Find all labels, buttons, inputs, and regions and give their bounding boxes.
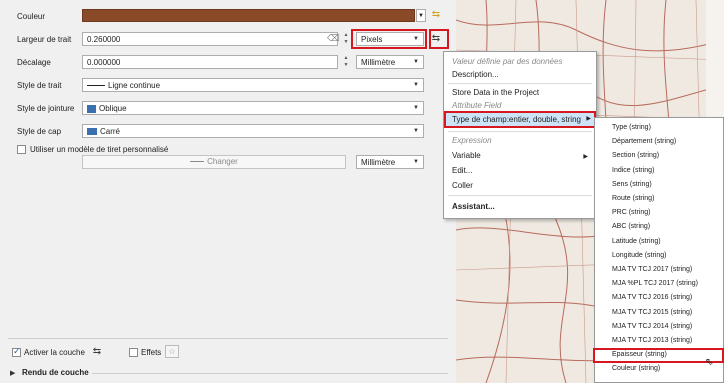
- square-cap-icon: [87, 128, 97, 136]
- submenu-item[interactable]: Type (string): [612, 124, 651, 131]
- menu-item-variable[interactable]: Variable: [452, 151, 481, 160]
- menu-item-description[interactable]: Description...: [452, 70, 499, 79]
- submenu-arrow-icon: ▶: [583, 154, 588, 160]
- menu-item-assistant[interactable]: Assistant...: [452, 202, 495, 211]
- effects-icon[interactable]: ☆: [165, 345, 179, 358]
- data-defined-override-icon[interactable]: ⇆: [89, 345, 105, 359]
- submenu-item[interactable]: MJA TV TCJ 2017 (string): [612, 266, 692, 273]
- mouse-cursor-icon: ⇖: [705, 357, 714, 369]
- dash-preview-line: [190, 161, 205, 163]
- cap-style-select[interactable]: Carré ▼: [82, 124, 424, 138]
- stroke-width-label: Largeur de trait: [17, 35, 72, 44]
- dash-unit-select[interactable]: Millimètre ▼: [356, 155, 424, 169]
- menu-item-expression: Expression: [452, 136, 492, 145]
- stroke-style-value: Ligne continue: [108, 81, 161, 90]
- color-dropdown-arrow[interactable]: ▼: [416, 9, 426, 22]
- submenu-item[interactable]: MJA TV TCJ 2016 (string): [612, 294, 692, 301]
- data-defined-override-icon[interactable]: ⇆: [428, 8, 444, 22]
- submenu-item[interactable]: Indice (string): [612, 167, 654, 174]
- stroke-style-label: Style de trait: [17, 81, 62, 90]
- divider: [8, 338, 448, 339]
- custom-dash-checkbox[interactable]: [17, 145, 26, 154]
- submenu-item[interactable]: MJA %PL TCJ 2017 (string): [612, 280, 698, 287]
- chevron-down-icon: ▼: [413, 128, 419, 134]
- highlight-box: [429, 29, 449, 49]
- menu-item-edit[interactable]: Edit...: [452, 166, 472, 175]
- miter-join-icon: [87, 104, 96, 113]
- spin-up-icon[interactable]: ▲: [342, 32, 350, 39]
- stroke-width-spinner[interactable]: ▲ ▼: [342, 32, 350, 46]
- cap-style-label: Style de cap: [17, 127, 62, 136]
- effects-label: Effets: [141, 348, 162, 357]
- join-style-label: Style de jointure: [17, 104, 75, 113]
- stroke-width-input[interactable]: 0.260000: [82, 32, 338, 46]
- submenu-item[interactable]: MJA TV TCJ 2014 (string): [612, 323, 692, 330]
- offset-unit-value: Millimètre: [361, 58, 396, 67]
- submenu-item[interactable]: PRC (string): [612, 209, 651, 216]
- chevron-down-icon: ▼: [413, 59, 419, 65]
- spin-down-icon[interactable]: ▼: [342, 62, 350, 69]
- menu-item-attribute-field: Attribute Field: [452, 101, 502, 110]
- dash-unit-value: Millimètre: [361, 158, 396, 167]
- submenu-item[interactable]: Latitude (string): [612, 238, 661, 245]
- effects-checkbox[interactable]: [129, 348, 138, 357]
- spin-up-icon[interactable]: ▲: [342, 55, 350, 62]
- join-style-select[interactable]: Oblique ▼: [82, 101, 424, 115]
- submenu-item[interactable]: MJA TV TCJ 2015 (string): [612, 309, 692, 316]
- submenu-item[interactable]: Section (string): [612, 152, 659, 159]
- submenu-item[interactable]: MJA TV TCJ 2013 (string): [612, 337, 692, 344]
- color-swatch-button[interactable]: [82, 9, 415, 22]
- spin-down-icon[interactable]: ▼: [342, 39, 350, 46]
- color-label: Couleur: [17, 12, 46, 21]
- menu-item-store-data[interactable]: Store Data in the Project: [452, 88, 539, 97]
- chevron-down-icon: ▼: [413, 82, 419, 88]
- field-list-submenu: Type (string) Département (string) Section…: [593, 117, 724, 383]
- menu-separator: [448, 131, 592, 132]
- menu-separator: [448, 83, 592, 84]
- menu-separator: [448, 195, 592, 196]
- symbol-properties-panel: Couleur ▼ ⇆ Largeur de trait 0.260000 ⌫ …: [0, 0, 456, 383]
- offset-value: 0.000000: [87, 58, 121, 67]
- change-button-label: Changer: [207, 157, 238, 166]
- offset-unit-select[interactable]: Millimètre ▼: [356, 55, 424, 69]
- submenu-item[interactable]: Couleur (string): [612, 365, 660, 372]
- change-dash-button[interactable]: Changer: [82, 155, 346, 169]
- stroke-width-value: 0.260000: [87, 35, 121, 44]
- submenu-item[interactable]: Sens (string): [612, 181, 652, 188]
- custom-dash-label: Utiliser un modèle de tiret personnalisé: [30, 145, 169, 154]
- offset-spinner[interactable]: ▲ ▼: [342, 55, 350, 69]
- data-defined-context-menu: Valeur définie par des données Descripti…: [443, 51, 597, 219]
- stroke-style-select[interactable]: Ligne continue ▼: [82, 78, 424, 92]
- menu-item-paste[interactable]: Coller: [452, 181, 473, 190]
- solid-line-icon: [87, 85, 105, 87]
- menu-header: Valeur définie par des données: [452, 57, 563, 66]
- offset-input[interactable]: 0.000000: [82, 55, 338, 69]
- activate-layer-checkbox[interactable]: [12, 346, 21, 357]
- highlight-box: [444, 111, 596, 128]
- layer-rendering-label[interactable]: Rendu de couche: [22, 368, 89, 377]
- chevron-down-icon: ▼: [413, 105, 419, 111]
- submenu-item[interactable]: ABC (string): [612, 223, 650, 230]
- cap-style-value: Carré: [100, 127, 121, 136]
- expand-arrow-icon[interactable]: ▶: [10, 369, 15, 377]
- highlight-box: [351, 29, 427, 49]
- join-style-value: Oblique: [99, 104, 127, 113]
- clear-icon[interactable]: ⌫: [327, 33, 340, 44]
- submenu-item[interactable]: Route (string): [612, 195, 654, 202]
- activate-layer-label: Activer la couche: [24, 348, 85, 357]
- offset-label: Décalage: [17, 58, 51, 67]
- submenu-item[interactable]: Département (string): [612, 138, 676, 145]
- submenu-item[interactable]: Longitude (string): [612, 252, 666, 259]
- chevron-down-icon: ▼: [413, 159, 419, 165]
- divider: [92, 373, 448, 374]
